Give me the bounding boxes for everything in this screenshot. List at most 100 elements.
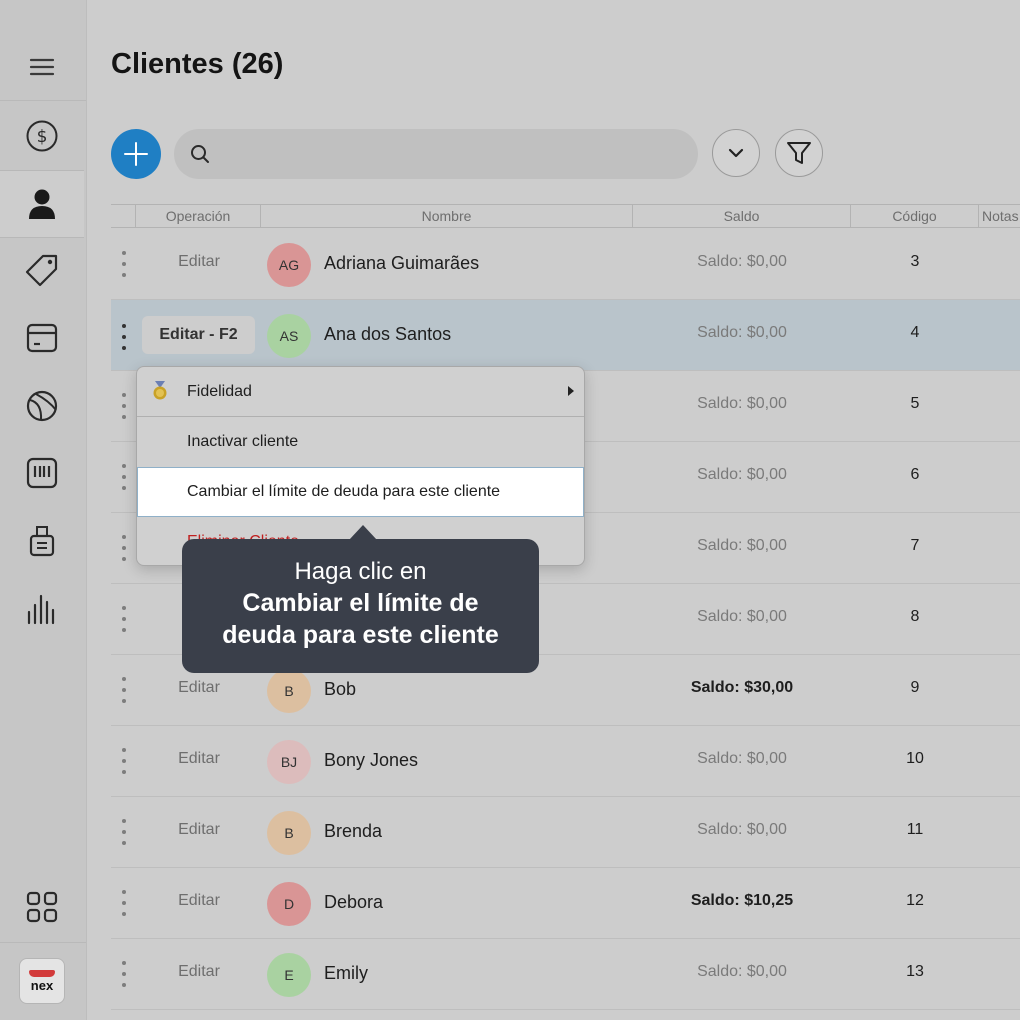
client-balance: Saldo: $0,00 xyxy=(697,750,787,767)
client-balance: Saldo: $0,00 xyxy=(697,324,787,341)
submenu-arrow-icon xyxy=(568,386,574,396)
more-options-icon[interactable] xyxy=(121,748,127,774)
logo-text: nex xyxy=(30,978,54,993)
search-input[interactable] xyxy=(218,133,698,175)
filter-button[interactable] xyxy=(775,129,823,177)
edit-button[interactable]: Editar xyxy=(163,679,235,697)
svg-text:$: $ xyxy=(37,127,48,147)
client-code: 13 xyxy=(906,963,924,980)
menu-item-cambiar-limite[interactable]: Cambiar el límite de deuda para este cli… xyxy=(137,467,584,517)
cash-register-icon[interactable] xyxy=(0,305,84,371)
client-balance: Saldo: $10,25 xyxy=(690,892,794,909)
chevron-down-icon xyxy=(728,148,744,158)
client-code: 7 xyxy=(910,537,920,554)
table-header: Operación Nombre Saldo Código Notas xyxy=(111,204,1020,228)
filter-icon xyxy=(787,142,811,164)
menu-label-inactivar: Inactivar cliente xyxy=(187,433,299,450)
client-balance: Saldo: $30,00 xyxy=(690,679,794,696)
more-options-icon[interactable] xyxy=(121,606,127,632)
search-icon xyxy=(191,145,209,163)
client-balance: Saldo: $0,00 xyxy=(697,466,787,483)
medal-icon xyxy=(153,381,167,400)
more-options-icon[interactable] xyxy=(121,677,127,703)
edit-button[interactable]: Editar xyxy=(163,750,235,768)
column-header-notes[interactable]: Notas xyxy=(979,205,1020,227)
menu-label-cambiar-limite: Cambiar el límite de deuda para este cli… xyxy=(187,483,501,500)
client-name: Emily xyxy=(324,963,368,983)
apps-grid-icon[interactable] xyxy=(0,874,84,940)
tooltip-arrow xyxy=(349,525,377,540)
plus-icon xyxy=(124,142,148,166)
more-options-icon[interactable] xyxy=(121,464,127,490)
client-code: 5 xyxy=(910,395,920,412)
expand-button[interactable] xyxy=(712,129,760,177)
avatar: AS xyxy=(267,314,311,358)
table-row[interactable]: Editar E Emily Saldo: $0,00 13 xyxy=(111,939,1020,1010)
client-name: Bony Jones xyxy=(324,750,419,770)
tooltip-line-2: Cambiar el límite de xyxy=(242,589,479,617)
client-balance: Saldo: $0,00 xyxy=(697,821,787,838)
edit-button[interactable]: Editar xyxy=(163,892,235,910)
avatar: B xyxy=(267,669,311,713)
tooltip-line-3: deuda para este cliente xyxy=(222,621,499,649)
select-column-header xyxy=(111,205,136,227)
avatar: E xyxy=(267,953,311,997)
avatar: BJ xyxy=(267,740,311,784)
column-header-code[interactable]: Código xyxy=(851,205,979,227)
client-name: Debora xyxy=(324,892,384,912)
edit-button[interactable]: Editar xyxy=(163,821,235,839)
client-balance: Saldo: $0,00 xyxy=(697,395,787,412)
sports-ball-icon[interactable] xyxy=(0,373,84,439)
person-icon[interactable] xyxy=(0,170,84,238)
add-client-button[interactable] xyxy=(111,129,161,179)
tooltip-line-1: Haga clic en xyxy=(294,558,427,585)
client-name: Bob xyxy=(324,679,357,699)
client-name: Adriana Guimarães xyxy=(324,253,480,273)
client-code: 9 xyxy=(910,679,920,696)
search-bar[interactable] xyxy=(174,129,698,179)
client-name: Ana dos Santos xyxy=(324,324,452,344)
client-code: 3 xyxy=(910,253,920,270)
client-balance: Saldo: $0,00 xyxy=(697,253,787,270)
column-header-operation[interactable]: Operación xyxy=(136,205,261,227)
avatar: B xyxy=(267,811,311,855)
nex-logo[interactable]: nex xyxy=(0,948,84,1014)
client-code: 10 xyxy=(906,750,924,767)
menu-icon[interactable] xyxy=(0,34,84,100)
more-options-icon[interactable] xyxy=(121,535,127,561)
menu-item-inactivar[interactable]: Inactivar cliente xyxy=(137,417,584,467)
bar-chart-icon[interactable] xyxy=(0,576,84,642)
more-options-icon[interactable] xyxy=(121,819,127,845)
more-options-icon[interactable] xyxy=(121,251,127,277)
edit-f2-button[interactable]: Editar - F2 xyxy=(142,316,255,354)
menu-item-fidelidad[interactable]: Fidelidad xyxy=(137,367,584,417)
table-row[interactable]: Editar D Debora Saldo: $10,25 12 xyxy=(111,868,1020,939)
client-code: 11 xyxy=(906,821,924,838)
tag-icon[interactable] xyxy=(0,237,84,303)
client-code: 12 xyxy=(906,892,924,909)
edit-button[interactable]: Editar xyxy=(163,253,235,271)
client-code: 8 xyxy=(910,608,920,625)
more-options-icon[interactable] xyxy=(121,890,127,916)
more-options-icon[interactable] xyxy=(121,961,127,987)
more-options-icon[interactable] xyxy=(121,324,127,350)
table-row[interactable]: Editar B Brenda Saldo: $0,00 11 xyxy=(111,797,1020,868)
page-title: Clientes (26) xyxy=(111,48,284,80)
client-code: 6 xyxy=(910,466,920,483)
client-balance: Saldo: $0,00 xyxy=(697,537,787,554)
delivery-icon[interactable] xyxy=(0,508,84,574)
table-row[interactable]: Editar BJ Bony Jones Saldo: $0,00 10 xyxy=(111,726,1020,797)
more-options-icon[interactable] xyxy=(121,393,127,419)
column-header-balance[interactable]: Saldo xyxy=(633,205,851,227)
table-row-selected[interactable]: Editar - F2 AS Ana dos Santos Saldo: $0,… xyxy=(111,300,1020,371)
column-header-name[interactable]: Nombre xyxy=(261,205,633,227)
edit-button[interactable]: Editar xyxy=(163,963,235,981)
client-balance: Saldo: $0,00 xyxy=(697,608,787,625)
client-code: 4 xyxy=(910,324,920,341)
table-row[interactable]: Editar AG Adriana Guimarães Saldo: $0,00… xyxy=(111,229,1020,300)
dollar-circle-icon[interactable]: $ xyxy=(0,103,84,169)
client-name: Brenda xyxy=(324,821,383,841)
barcode-icon[interactable] xyxy=(0,440,84,506)
client-balance: Saldo: $0,00 xyxy=(697,963,787,980)
instruction-tooltip: Haga clic en Cambiar el límite de deuda … xyxy=(182,539,539,673)
